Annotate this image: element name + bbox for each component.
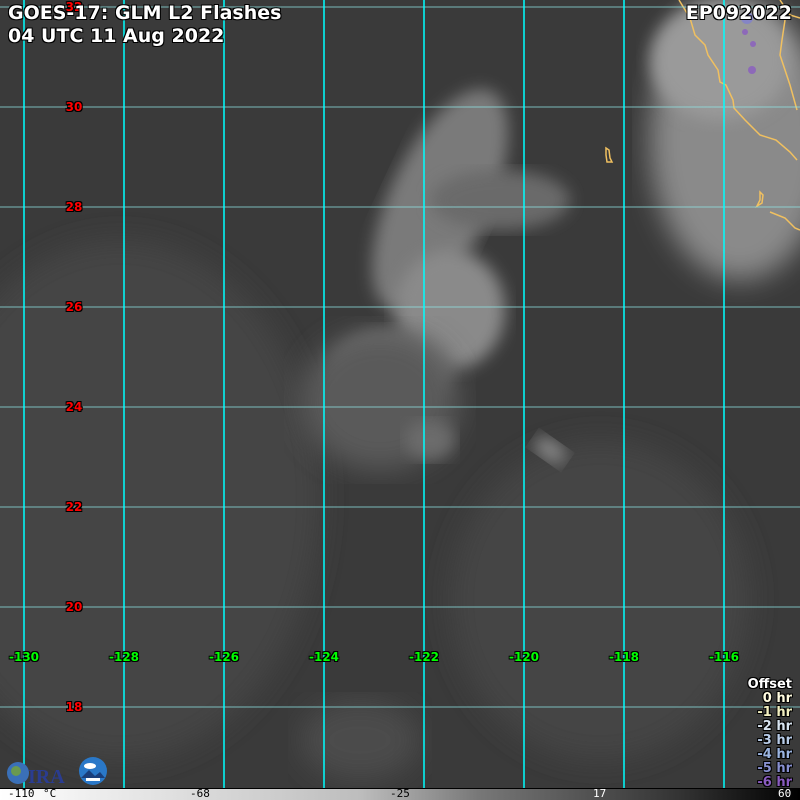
colorbar-label: 17 [593, 787, 607, 800]
product-title: GOES-17: GLM L2 Flashes [8, 2, 282, 24]
storm-id: EP092022 [685, 2, 792, 24]
legend-item: -5 hr [757, 761, 792, 776]
longitude-label: -130 [8, 650, 40, 664]
longitude-label: -120 [508, 650, 540, 664]
legend-item: -4 hr [757, 747, 792, 762]
longitude-label: -124 [308, 650, 340, 664]
longitude-label: -128 [108, 650, 140, 664]
colorbar-label: -110 [8, 787, 35, 800]
cira-logo: IRA [7, 762, 65, 785]
offset-legend: Offset 0 hr -1 hr -2 hr -3 hr -4 hr -5 hr -6 h… [748, 678, 792, 790]
logos: IRA [4, 756, 108, 786]
rammb-logo [79, 757, 107, 785]
latitude-label: 30 [65, 100, 83, 114]
longitude-label: -116 [708, 650, 740, 664]
legend-item: -1 hr [757, 705, 792, 720]
legend-item: -2 hr [757, 719, 792, 734]
satellite-viewer: 32 30 28 26 24 22 20 18 -130 -128 -126 -124 -122 -12… [0, 0, 800, 800]
latitude-label: 26 [65, 300, 83, 314]
latitude-label: 22 [65, 500, 83, 514]
latitude-label: 18 [65, 700, 83, 714]
valid-time: 04 UTC 11 Aug 2022 [8, 25, 225, 47]
legend-title: Offset [747, 677, 792, 692]
colorbar-unit: °C [43, 787, 57, 800]
cloud-field [0, 0, 800, 788]
latitude-label: 28 [65, 200, 83, 214]
colorbar-label: -68 [190, 787, 210, 800]
legend-item: 0 hr [762, 691, 792, 706]
colorbar-label: 60 [778, 787, 792, 800]
colorbar-label: -25 [390, 787, 410, 800]
latitude-label: 24 [65, 400, 83, 414]
longitude-label: -118 [608, 650, 640, 664]
longitude-label: -122 [408, 650, 440, 664]
temperature-colorbar: -110 °C -68 -25 17 60 [0, 788, 800, 800]
svg-text:IRA: IRA [28, 766, 65, 785]
legend-item: -3 hr [757, 733, 792, 748]
longitude-label: -126 [208, 650, 240, 664]
latitude-label: 20 [65, 600, 83, 614]
satellite-imagery [0, 0, 800, 788]
